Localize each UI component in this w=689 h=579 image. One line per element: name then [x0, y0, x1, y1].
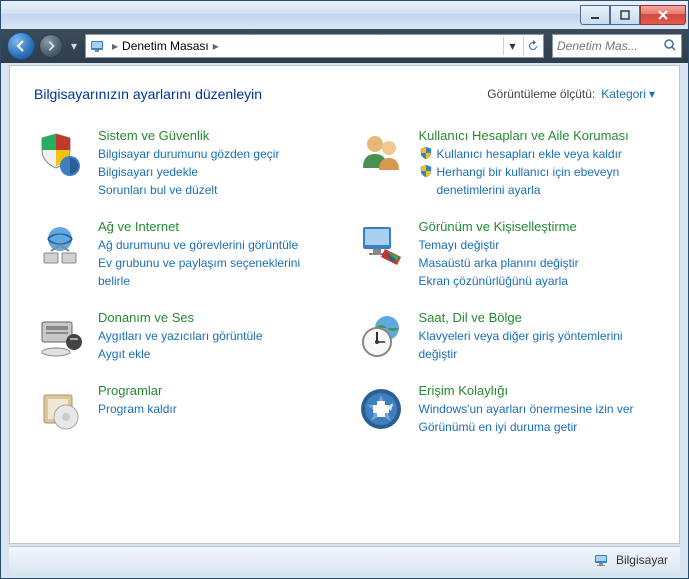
nav-forward-button[interactable]	[39, 34, 63, 58]
right-column: Kullanıcı Hesapları ve Aile Koruması Kul…	[355, 128, 656, 436]
appearance-icon	[355, 219, 407, 271]
address-dropdown-button[interactable]: ▾	[503, 37, 521, 55]
maximize-button[interactable]	[610, 5, 640, 25]
category-link[interactable]: Bilgisayarı yedekle	[98, 163, 335, 181]
category-network-internet: Ağ ve Internet Ağ durumunu ve görevlerin…	[34, 219, 335, 290]
address-bar[interactable]: ▸ Denetim Masası ▸ ▾	[85, 34, 544, 58]
breadcrumb-text[interactable]: Denetim Masası	[122, 39, 209, 53]
page-title: Bilgisayarınızın ayarlarını düzenleyin	[34, 86, 262, 102]
category-title[interactable]: Ağ ve Internet	[98, 219, 335, 236]
chevron-right-icon: ▸	[110, 39, 120, 53]
category-link[interactable]: Ev grubunu ve paylaşım seçeneklerini bel…	[98, 254, 335, 290]
category-user-accounts: Kullanıcı Hesapları ve Aile Koruması Kul…	[355, 128, 656, 199]
search-box[interactable]	[552, 34, 682, 58]
search-icon[interactable]	[663, 38, 677, 55]
category-link[interactable]: Sorunları bul ve düzelt	[98, 181, 335, 199]
categories: Sistem ve Güvenlik Bilgisayar durumunu g…	[34, 128, 655, 436]
category-link[interactable]: Aygıt ekle	[98, 345, 335, 363]
category-title[interactable]: Görünüm ve Kişiselleştirme	[419, 219, 656, 236]
nav-history-dropdown[interactable]: ▾	[67, 32, 81, 60]
network-icon	[34, 219, 86, 271]
category-title[interactable]: Erişim Kolaylığı	[419, 383, 656, 400]
category-title[interactable]: Programlar	[98, 383, 335, 400]
window-buttons	[580, 5, 686, 25]
view-by-label: Görüntüleme ölçütü:	[487, 87, 595, 101]
category-link[interactable]: Görünümü en iyi duruma getir	[419, 418, 656, 436]
clock-icon	[355, 310, 407, 362]
category-programs: Programlar Program kaldır	[34, 383, 335, 435]
category-link[interactable]: Program kaldır	[98, 400, 335, 418]
category-hardware-sound: Donanım ve Ses Aygıtları ve yazıcıları g…	[34, 310, 335, 363]
computer-icon	[592, 551, 610, 569]
titlebar	[1, 1, 688, 29]
category-link[interactable]: Ağ durumunu ve görevlerini görüntüle	[98, 236, 335, 254]
category-title[interactable]: Sistem ve Güvenlik	[98, 128, 335, 145]
category-link[interactable]: Herhangi bir kullanıcı için ebeveyn dene…	[419, 163, 656, 199]
category-title[interactable]: Kullanıcı Hesapları ve Aile Koruması	[419, 128, 656, 145]
user-accounts-icon	[355, 128, 407, 180]
category-link[interactable]: Klavyeleri veya diğer giriş yöntemlerini…	[419, 327, 656, 363]
category-system-security: Sistem ve Güvenlik Bilgisayar durumunu g…	[34, 128, 335, 199]
category-title[interactable]: Saat, Dil ve Bölge	[419, 310, 656, 327]
minimize-button[interactable]	[580, 5, 610, 25]
shield-icon	[419, 164, 433, 178]
system-security-icon	[34, 128, 86, 180]
content-header: Bilgisayarınızın ayarlarını düzenleyin G…	[34, 86, 655, 102]
category-appearance: Görünüm ve Kişiselleştirme Temayı değişt…	[355, 219, 656, 290]
category-ease-of-access: Erişim Kolaylığı Windows'un ayarları öne…	[355, 383, 656, 436]
programs-icon	[34, 383, 86, 435]
chevron-down-icon: ▾	[649, 87, 655, 101]
view-by-value: Kategori	[601, 87, 646, 101]
control-panel-window: ▾ ▸ Denetim Masası ▸ ▾	[0, 0, 689, 579]
control-panel-icon	[88, 37, 106, 55]
category-link[interactable]: Masaüstü arka planını değiştir	[419, 254, 656, 272]
category-link[interactable]: Bilgisayar durumunu gözden geçir	[98, 145, 335, 163]
category-link[interactable]: Windows'un ayarları önermesine izin ver	[419, 400, 656, 418]
hardware-icon	[34, 310, 86, 362]
category-link[interactable]: Temayı değiştir	[419, 236, 656, 254]
breadcrumb[interactable]: ▸ Denetim Masası ▸	[110, 39, 499, 53]
statusbar: Bilgisayar	[9, 546, 680, 572]
left-column: Sistem ve Güvenlik Bilgisayar durumunu g…	[34, 128, 335, 436]
category-title[interactable]: Donanım ve Ses	[98, 310, 335, 327]
status-text: Bilgisayar	[616, 553, 668, 567]
view-by-dropdown[interactable]: Kategori ▾	[601, 87, 655, 101]
search-input[interactable]	[557, 39, 663, 53]
view-by: Görüntüleme ölçütü: Kategori ▾	[487, 87, 655, 101]
category-clock-language-region: Saat, Dil ve Bölge Klavyeleri veya diğer…	[355, 310, 656, 363]
refresh-button[interactable]	[523, 37, 541, 55]
category-link[interactable]: Ekran çözünürlüğünü ayarla	[419, 272, 656, 290]
shield-icon	[419, 146, 433, 160]
ease-of-access-icon	[355, 383, 407, 435]
content-area: Bilgisayarınızın ayarlarını düzenleyin G…	[9, 65, 680, 544]
category-link[interactable]: Kullanıcı hesapları ekle veya kaldır	[419, 145, 656, 163]
close-button[interactable]	[640, 5, 686, 25]
nav-back-button[interactable]	[7, 32, 35, 60]
chevron-right-icon: ▸	[211, 39, 221, 53]
category-link[interactable]: Aygıtları ve yazıcıları görüntüle	[98, 327, 335, 345]
navbar: ▾ ▸ Denetim Masası ▸ ▾	[1, 29, 688, 63]
